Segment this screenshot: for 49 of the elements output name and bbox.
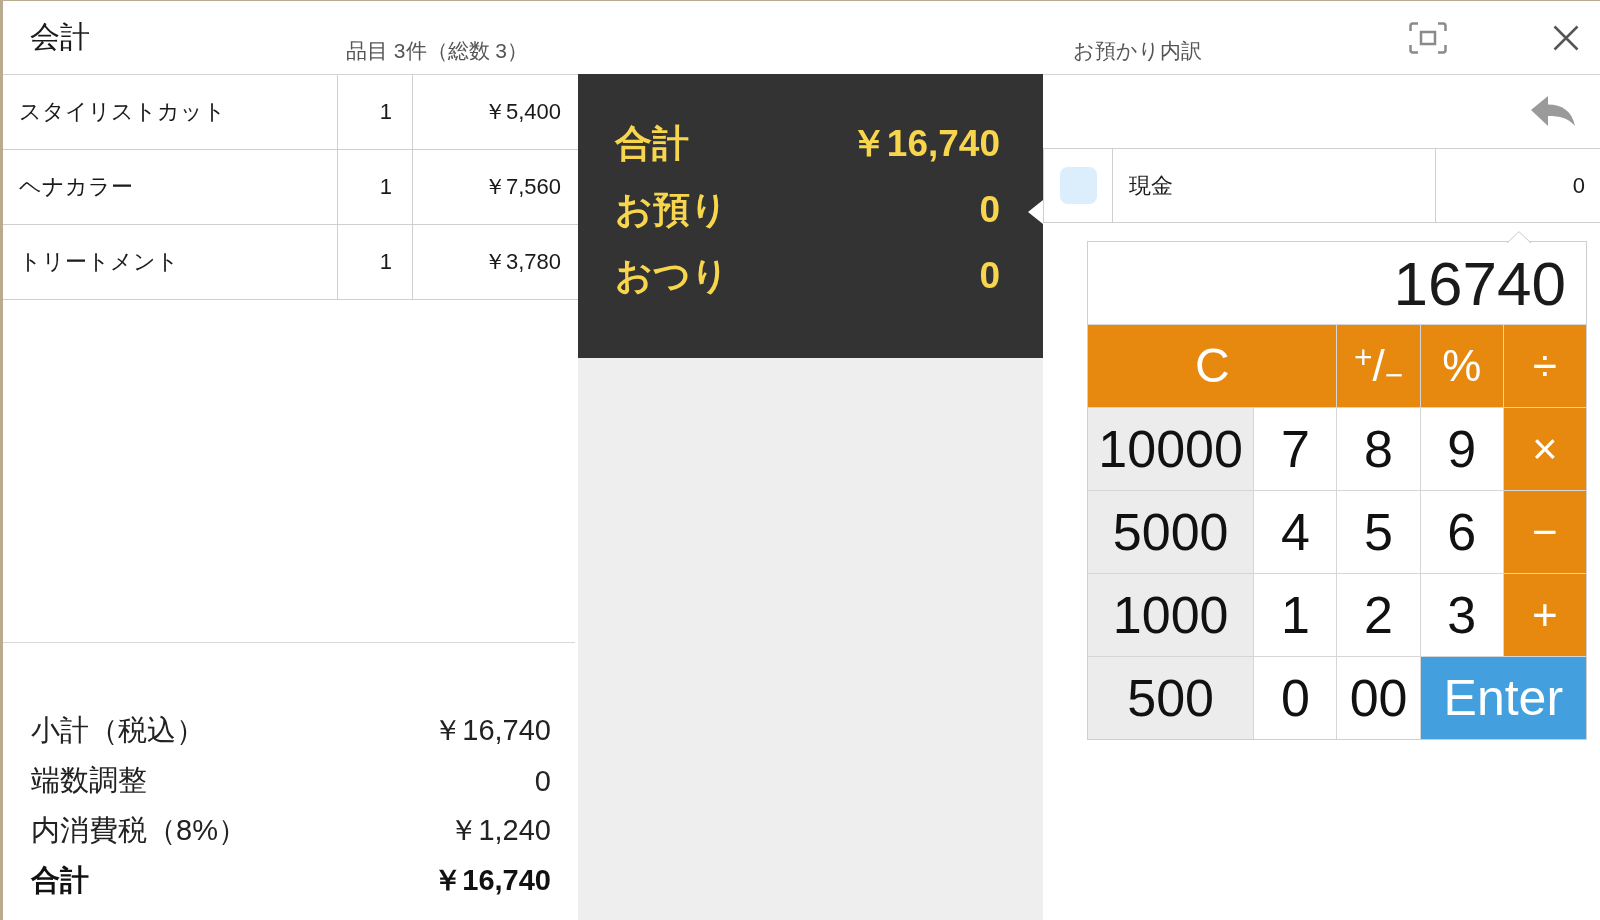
item-count-label: 品目 3件（総数 3） [346, 38, 529, 64]
summary-value: 0 [979, 255, 1000, 297]
digit-key[interactable]: 8 [1337, 408, 1420, 490]
summary-label: お預り [615, 188, 728, 232]
total-value: ￥1,240 [449, 813, 551, 848]
digit-key[interactable]: 3 [1420, 574, 1503, 656]
item-price: ￥3,780 [483, 248, 561, 276]
undo-icon[interactable] [1531, 95, 1575, 128]
total-label: 端数調整 [31, 763, 147, 798]
digit-key[interactable]: 1 [1254, 574, 1337, 656]
pointer-icon [1028, 200, 1043, 224]
total-value: 0 [534, 764, 551, 798]
digit-key[interactable]: 0 [1254, 657, 1337, 739]
summary-label: 合計 [615, 122, 689, 166]
total-value: ￥16,740 [433, 713, 551, 748]
digit-key[interactable]: 5 [1337, 491, 1420, 573]
summary-value: 0 [979, 189, 1000, 231]
rounded-square-icon [1059, 167, 1097, 204]
item-name: スタイリストカット [19, 98, 226, 126]
denomination-key[interactable]: 10000 [1088, 408, 1254, 490]
total-label: 合計 [31, 863, 89, 898]
digit-key[interactable]: 00 [1337, 657, 1420, 739]
total-value: ￥16,740 [433, 863, 551, 898]
denomination-key[interactable]: 500 [1088, 657, 1254, 739]
item-quantity: 1 [379, 174, 392, 200]
item-name: トリートメント [19, 248, 179, 276]
summary-value: ￥16,740 [849, 122, 1000, 166]
digit-key[interactable]: 2 [1337, 574, 1420, 656]
payment-amount: 0 [1572, 172, 1585, 199]
item-quantity: 1 [379, 99, 392, 125]
item-price: ￥5,400 [483, 98, 561, 126]
digit-key[interactable]: 7 [1254, 408, 1337, 490]
close-icon[interactable] [1553, 24, 1579, 51]
digit-key[interactable]: 9 [1420, 408, 1503, 490]
fullscreen-icon[interactable] [1409, 21, 1447, 54]
item-name: ヘナカラー [19, 173, 133, 201]
digit-key[interactable]: 4 [1254, 491, 1337, 573]
payment-row[interactable]: 現金 0 [1043, 149, 1600, 223]
total-label: 内消費税（8%） [31, 813, 247, 848]
item-quantity: 1 [379, 249, 392, 275]
denomination-key[interactable]: 1000 [1088, 574, 1254, 656]
deposit-breakdown-heading: お預かり内訳 [1073, 38, 1202, 64]
total-label: 小計（税込） [31, 713, 205, 748]
window-title: 会計 [30, 19, 90, 55]
denomination-key[interactable]: 5000 [1088, 491, 1254, 573]
summary-label: おつり [615, 254, 729, 298]
digit-key[interactable]: 6 [1420, 491, 1503, 573]
payment-method: 現金 [1129, 171, 1173, 200]
item-price: ￥7,560 [483, 173, 561, 201]
